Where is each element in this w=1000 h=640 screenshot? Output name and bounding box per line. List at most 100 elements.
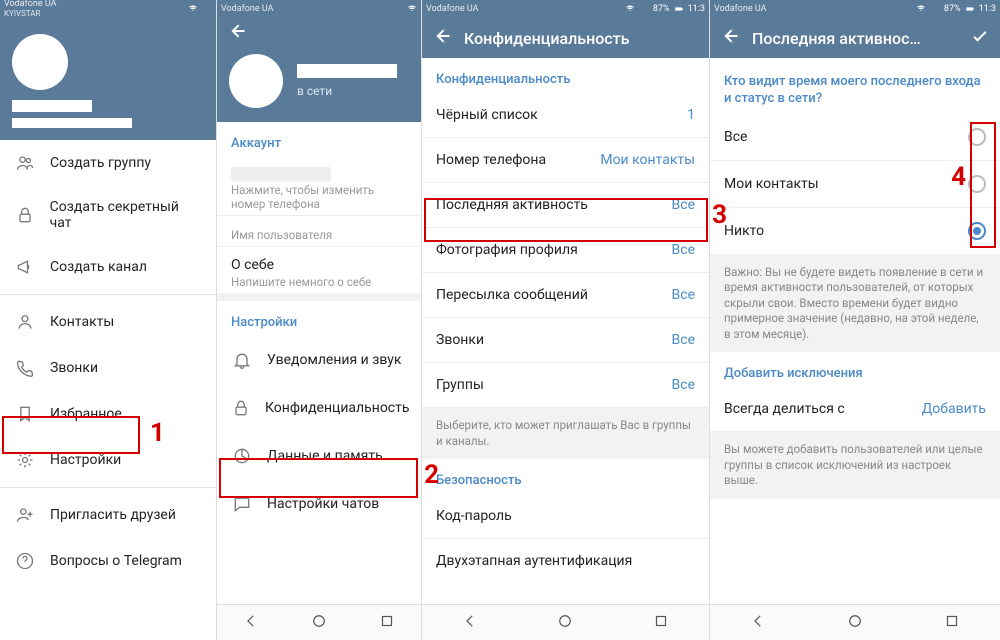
nav-bar [217,604,421,640]
menu-invite[interactable]: Пригласить друзей [0,492,216,538]
radio-icon[interactable] [968,128,986,146]
gear-icon [14,450,36,470]
time-label: 11:3 [979,4,996,14]
nav-home-icon[interactable] [846,612,864,634]
setting-data[interactable]: Данные и память [217,432,421,480]
carrier-label: Vodafone UA [4,0,56,9]
add-person-icon [14,505,36,525]
status-bar: Vodafone UA 87% 11:3 [710,0,1000,18]
back-button[interactable] [720,26,740,50]
menu-secret-chat[interactable]: Создать секретный чат [0,186,216,244]
section-privacy: Конфиденциальность [422,58,709,93]
setting-notifications[interactable]: Уведомления и звук [217,336,421,384]
megaphone-icon [14,257,36,277]
section-account: Аккаунт [217,122,421,157]
label: Создать секретный чат [50,199,202,231]
help-icon [14,551,36,571]
label: Звонки [50,360,98,376]
group-icon [14,153,36,173]
time-label: 11:3 [688,4,705,14]
avatar[interactable] [229,54,283,108]
row-phone[interactable]: Номер телефона Мои контакты [422,138,709,183]
nav-home-icon[interactable] [556,612,574,634]
page-title: Конфиденциальность [464,29,629,48]
radio-icon[interactable] [968,175,986,193]
app-bar: Конфиденциальность [422,18,709,58]
radio-icon[interactable] [968,222,986,240]
status-bar: Vodafone UAKYIVSTAR [0,0,216,18]
label: Настройки [50,452,121,468]
option-nobody[interactable]: Никто [710,208,1000,255]
label: Создать группу [50,155,151,171]
groups-note: Выберите, кто может приглашать Вас в гру… [422,408,709,459]
label: Вопросы о Telegram [50,553,182,569]
row-calls[interactable]: Звонки Все [422,318,709,363]
row-blacklist[interactable]: Чёрный список 1 [422,93,709,138]
lock-icon [14,205,36,225]
wifi-icon [916,4,926,14]
status-bar: Vodafone UA [217,0,421,18]
back-button[interactable] [432,26,452,50]
nav-back-icon[interactable] [749,612,767,634]
divider [0,294,216,295]
row-photo[interactable]: Фотография профиля Все [422,228,709,273]
phone-icon [14,358,36,378]
row-passcode[interactable]: Код-пароль [422,494,709,539]
nav-home-icon[interactable] [310,612,328,634]
label: Избранное [50,406,122,422]
back-button[interactable] [227,21,247,45]
setting-chat[interactable]: Настройки чатов [217,480,421,528]
field-phone[interactable]: Нажмите, чтобы изменить номер телефона [217,157,421,215]
battery-icon [674,4,684,14]
page-title: Последняя активнос… [752,29,958,48]
section-security: Безопасность [422,459,709,494]
menu-create-group[interactable]: Создать группу [0,140,216,186]
divider [0,487,216,488]
nav-back-icon[interactable] [461,612,479,634]
setting-privacy[interactable]: Конфиденциальность [217,384,421,432]
field-username[interactable]: Имя пользователя [217,216,421,246]
online-status: в сети [297,84,397,98]
question-label: Кто видит время моего последнего входа и… [710,58,1000,114]
menu-calls[interactable]: Звонки [0,345,216,391]
option-all[interactable]: Все [710,114,1000,161]
section-settings: Настройки [217,301,421,336]
bookmark-icon [14,404,36,424]
field-about[interactable]: О себе Напишите немного о себе [217,247,421,293]
profile-header: в сети [217,48,421,122]
exceptions-note: Вы можете добавить пользователей или цел… [710,432,1000,499]
row-twostep[interactable]: Двухэтапная аутентификация [422,539,709,583]
nav-back-icon[interactable] [242,612,260,634]
menu-settings[interactable]: Настройки [0,437,216,483]
menu-faq[interactable]: Вопросы о Telegram [0,538,216,584]
signal-icon [930,4,940,14]
menu-favorites[interactable]: Избранное [0,391,216,437]
menu-create-channel[interactable]: Создать канал [0,244,216,290]
phone-value-placeholder [231,167,331,181]
signal-icon [639,4,649,14]
label: Создать канал [50,259,147,275]
user-phone-placeholder [12,118,132,128]
nav-recent-icon[interactable] [943,612,961,634]
sub-carrier: KYIVSTAR [4,9,40,18]
avatar[interactable] [12,34,68,90]
nav-bar [710,604,1000,640]
confirm-button[interactable] [970,26,990,50]
data-icon [231,446,253,466]
battery-icon [965,4,975,14]
person-icon [14,312,36,332]
option-contacts[interactable]: Мои контакты [710,161,1000,208]
menu-contacts[interactable]: Контакты [0,299,216,345]
nav-recent-icon[interactable] [378,612,396,634]
nav-recent-icon[interactable] [652,612,670,634]
app-bar: Последняя активнос… [710,18,1000,58]
row-lastseen[interactable]: Последняя активность Все [422,183,709,228]
wifi-icon [407,4,417,14]
row-groups[interactable]: Группы Все [422,363,709,408]
row-fwd[interactable]: Пересылка сообщений Все [422,273,709,318]
user-name-placeholder [297,64,397,78]
chat-icon [231,494,253,514]
lastseen-note: Важно: Вы не будете видеть появление в с… [710,255,1000,353]
row-always-share[interactable]: Всегда делиться с Добавить [710,387,1000,432]
label: Контакты [50,314,114,330]
